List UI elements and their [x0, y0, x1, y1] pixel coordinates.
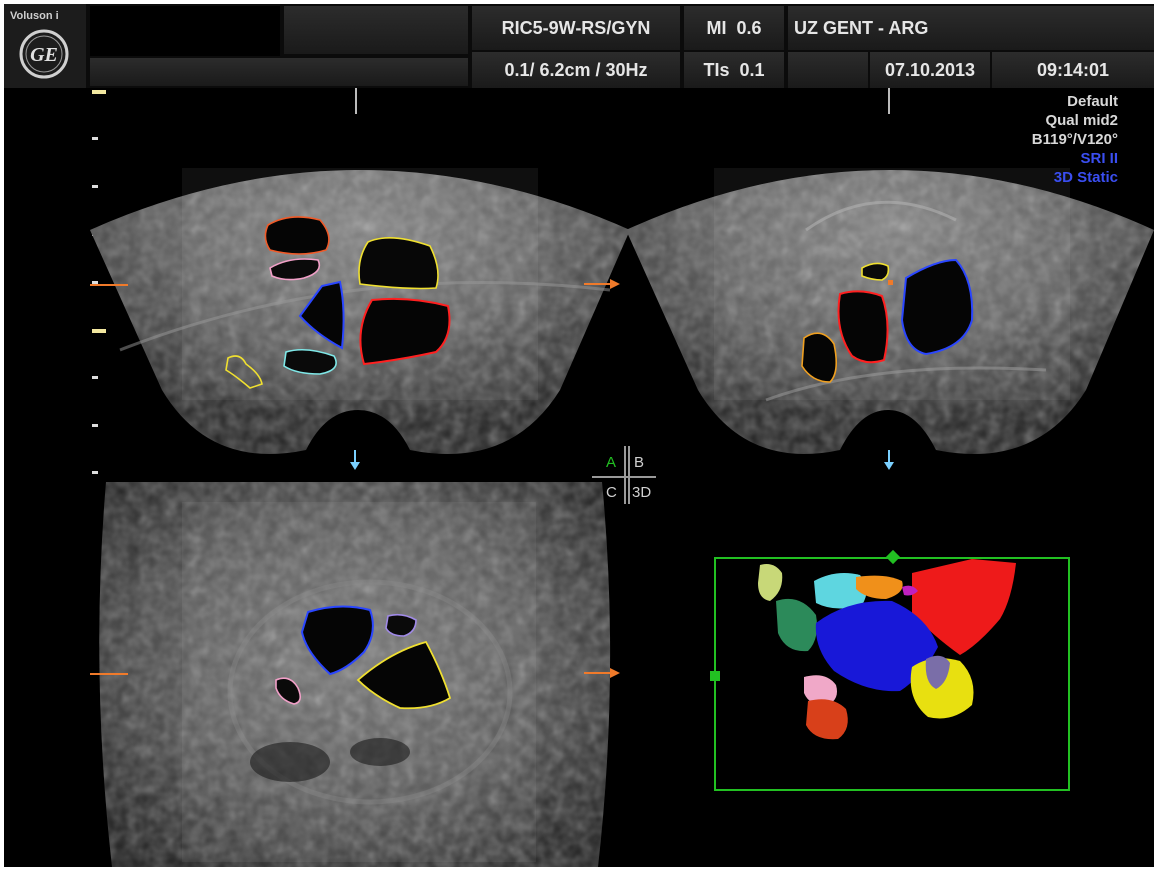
quad-a-button[interactable]: A [606, 454, 616, 471]
info-line-preset: Default [1067, 93, 1118, 110]
ultrasound-screen: Voluson i GE RIC5-9W-RS/GYN MI 0.6 UZ GE… [4, 4, 1154, 867]
arrow-down-icon [884, 450, 894, 470]
arrow-right-icon [584, 668, 620, 678]
depth-tick [92, 90, 106, 94]
brand-label: Voluson i [10, 10, 59, 22]
volume-darkorange [806, 699, 848, 740]
arrow-right-icon [90, 673, 128, 675]
render-3d-image [758, 559, 1016, 740]
patient-name-redacted [90, 6, 280, 56]
header-blank-3 [788, 52, 868, 88]
depth-freq-cell: 0.1/ 6.2cm / 30Hz [472, 52, 680, 88]
info-line-angle: B119°/V120° [1031, 131, 1118, 148]
mi-cell: MI 0.6 [684, 6, 784, 50]
time-value: 09:14:01 [1036, 59, 1110, 80]
volume-lightgreen [758, 564, 783, 601]
svg-text:GE: GE [30, 44, 58, 66]
quad-divider-v [624, 446, 626, 504]
follicle-outline-yellow [358, 237, 439, 290]
info-line-quality: Qual mid2 [1045, 112, 1118, 129]
tis-cell: TIs 0.1 [684, 52, 784, 88]
render-3d-box[interactable] [710, 549, 1070, 791]
rotation-handle-left[interactable] [710, 671, 720, 681]
header-blank-2 [90, 58, 468, 86]
quad-divider-v2 [628, 446, 630, 504]
plane-a-top-marker [355, 88, 357, 114]
follicle-outline-cyan [283, 348, 337, 375]
depth-tick [92, 471, 98, 474]
follicle-outline-purple [385, 613, 417, 637]
tis-value: TIs 0.1 [703, 59, 765, 80]
time-cell: 09:14:01 [992, 52, 1154, 88]
follicle-outline-yellow [861, 262, 890, 281]
plane-b-top-marker [888, 88, 890, 114]
quad-divider-h [592, 476, 656, 478]
header-blank-1 [284, 6, 468, 54]
quad-b-button[interactable]: B [634, 454, 644, 471]
arrow-right-icon [584, 279, 620, 289]
info-panel: Default Qual mid2 B119°/V120° SRI II 3D … [1032, 92, 1118, 187]
info-line-sri: SRI II [1080, 150, 1118, 167]
header-bar: Voluson i GE RIC5-9W-RS/GYN MI 0.6 UZ GE… [4, 4, 1154, 88]
orange-dot-marker [888, 280, 893, 285]
arrow-right-icon [90, 284, 128, 286]
institution-cell: UZ GENT - ARG [788, 6, 1154, 50]
depth-freq-value: 0.1/ 6.2cm / 30Hz [504, 59, 648, 80]
probe-cell: RIC5-9W-RS/GYN [472, 6, 680, 50]
info-line-mode: 3D Static [1053, 169, 1118, 186]
volume-darkgreen [776, 598, 817, 652]
arrow-down-icon [350, 450, 360, 470]
mi-value: MI 0.6 [706, 17, 762, 38]
institution-label: UZ GENT - ARG [794, 17, 929, 38]
date-cell: 07.10.2013 [870, 52, 990, 88]
plane-c-image[interactable] [90, 482, 620, 867]
quad-3d-button[interactable]: 3D [632, 484, 651, 501]
ge-logo-icon: GE [19, 29, 69, 79]
date-value: 07.10.2013 [884, 59, 976, 80]
probe-label: RIC5-9W-RS/GYN [501, 17, 651, 38]
plane-a-image[interactable] [90, 120, 630, 470]
brand-cell: Voluson i GE [4, 4, 86, 88]
follicle-outline-orange [264, 216, 330, 255]
